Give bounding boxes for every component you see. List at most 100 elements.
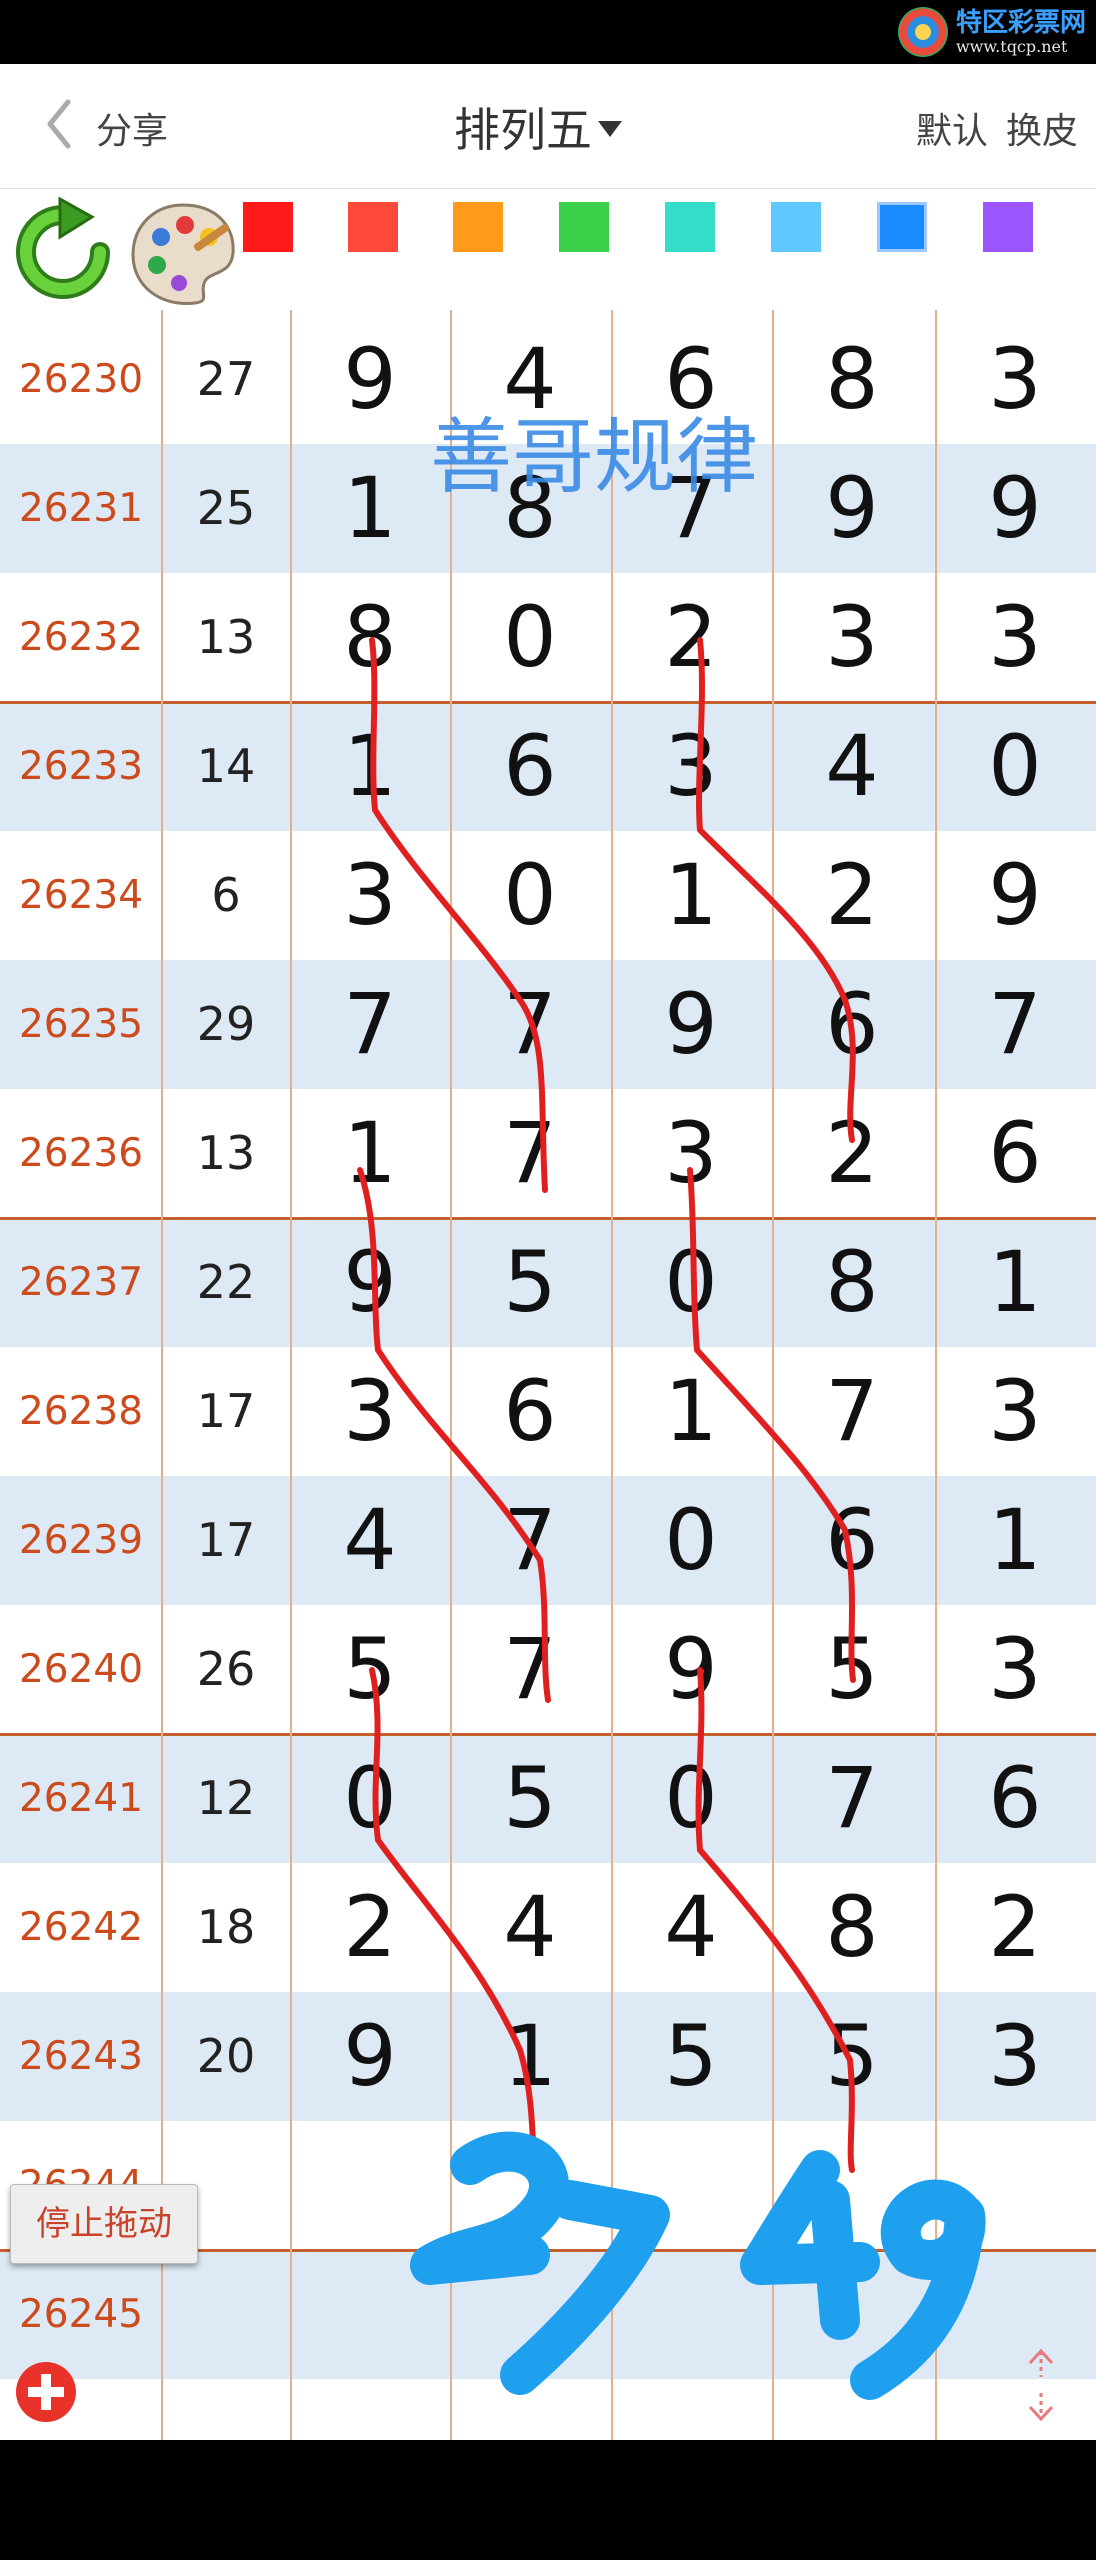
table-row[interactable]: 26233 14 1 6 3 4 0 [0,702,1096,831]
digit-cell-5[interactable]: 9 [935,831,1095,960]
digit-cell-5[interactable]: 7 [935,960,1095,1089]
table-row[interactable]: 26239 17 4 7 0 6 1 [0,1476,1096,1605]
digit-cell-5[interactable]: 9 [935,444,1095,573]
digit-cell-5[interactable]: 1 [935,1476,1095,1605]
digit-cell-2[interactable]: 5 [450,1734,610,1863]
digit-cell-1[interactable]: 8 [290,573,450,702]
color-swatch-red[interactable] [243,202,293,252]
digit-cell-4[interactable] [772,2250,932,2379]
digit-cell-3[interactable]: 0 [611,1218,771,1347]
digit-cell-1[interactable]: 9 [290,1992,450,2121]
color-swatch-blue[interactable] [877,202,927,252]
table-row[interactable]: 26235 29 7 7 9 6 7 [0,960,1096,1089]
digit-cell-2[interactable]: 7 [450,1476,610,1605]
digit-cell-5[interactable]: 3 [935,1605,1095,1734]
digit-cell-4[interactable]: 6 [772,1476,932,1605]
table-row[interactable]: 26232 13 8 0 2 3 3 [0,573,1096,704]
default-button[interactable]: 默认 [916,102,988,154]
digit-cell-1[interactable] [290,2250,450,2379]
digit-cell-1[interactable]: 9 [290,315,450,444]
table-row[interactable]: 26242 18 2 4 4 8 2 [0,1863,1096,1992]
digit-cell-3[interactable]: 1 [611,1347,771,1476]
digit-cell-4[interactable]: 8 [772,1218,932,1347]
color-swatch-teal[interactable] [665,202,715,252]
digit-cell-1[interactable]: 3 [290,1347,450,1476]
digit-cell-4[interactable] [772,2121,932,2250]
digit-cell-2[interactable]: 0 [450,831,610,960]
digit-cell-3[interactable]: 3 [611,1089,771,1218]
digit-cell-4[interactable]: 3 [772,573,932,702]
digit-cell-2[interactable]: 1 [450,1992,610,2121]
digit-cell-4[interactable]: 2 [772,1089,932,1218]
digit-cell-4[interactable]: 5 [772,1605,932,1734]
digit-cell-5[interactable]: 3 [935,573,1095,702]
back-arrow-icon[interactable] [30,94,90,154]
digit-cell-3[interactable]: 3 [611,702,771,831]
digit-cell-2[interactable] [450,2121,610,2250]
table-row[interactable]: 26243 20 9 1 5 5 3 [0,1992,1096,2121]
draw-history-table[interactable]: 26230 27 9 4 6 8 3 26231 25 1 8 7 9 9 26232 13 8 0 2 3 3 2623… [0,310,1096,2440]
table-row[interactable]: 26245 [0,2250,1096,2379]
digit-cell-3[interactable]: 5 [611,1992,771,2121]
digit-cell-5[interactable]: 6 [935,1089,1095,1218]
digit-cell-3[interactable]: 9 [611,1605,771,1734]
digit-cell-3[interactable] [611,2121,771,2250]
digit-cell-1[interactable]: 3 [290,831,450,960]
digit-cell-2[interactable]: 7 [450,1089,610,1218]
digit-cell-4[interactable]: 6 [772,960,932,1089]
table-row[interactable]: 26238 17 3 6 1 7 3 [0,1347,1096,1476]
digit-cell-3[interactable]: 4 [611,1863,771,1992]
digit-cell-5[interactable]: 6 [935,1734,1095,1863]
digit-cell-2[interactable]: 7 [450,1605,610,1734]
digit-cell-1[interactable]: 2 [290,1863,450,1992]
digit-cell-2[interactable]: 6 [450,1347,610,1476]
digit-cell-4[interactable]: 4 [772,702,932,831]
color-swatch-light-red[interactable] [348,202,398,252]
digit-cell-3[interactable]: 0 [611,1734,771,1863]
table-row[interactable]: 26236 13 1 7 3 2 6 [0,1089,1096,1220]
digit-cell-1[interactable]: 7 [290,960,450,1089]
color-swatch-purple[interactable] [983,202,1033,252]
digit-cell-4[interactable]: 7 [772,1734,932,1863]
digit-cell-4[interactable]: 9 [772,444,932,573]
digit-cell-5[interactable]: 2 [935,1863,1095,1992]
table-row[interactable]: 26234 6 3 0 1 2 9 [0,831,1096,960]
digit-cell-5[interactable]: 3 [935,315,1095,444]
table-row[interactable]: 26240 26 5 7 9 5 3 [0,1605,1096,1736]
change-skin-button[interactable]: 换皮 [1006,102,1078,154]
digit-cell-4[interactable]: 7 [772,1347,932,1476]
digit-cell-1[interactable]: 1 [290,702,450,831]
color-swatch-orange[interactable] [453,202,503,252]
digit-cell-2[interactable]: 5 [450,1218,610,1347]
digit-cell-1[interactable]: 1 [290,1089,450,1218]
digit-cell-4[interactable]: 2 [772,831,932,960]
digit-cell-2[interactable]: 7 [450,960,610,1089]
digit-cell-3[interactable]: 0 [611,1476,771,1605]
scroll-up-down-icon[interactable] [1010,2345,1072,2425]
digit-cell-1[interactable]: 5 [290,1605,450,1734]
table-row[interactable]: 26241 12 0 5 0 7 6 [0,1734,1096,1863]
digit-cell-1[interactable] [290,2121,450,2250]
table-row[interactable]: 26237 22 9 5 0 8 1 [0,1218,1096,1347]
digit-cell-1[interactable]: 1 [290,444,450,573]
refresh-icon[interactable] [8,197,118,307]
digit-cell-1[interactable]: 0 [290,1734,450,1863]
digit-cell-3[interactable]: 1 [611,831,771,960]
add-icon[interactable] [14,2360,78,2424]
color-swatch-green[interactable] [559,202,609,252]
digit-cell-1[interactable]: 4 [290,1476,450,1605]
digit-cell-4[interactable]: 8 [772,1863,932,1992]
digit-cell-3[interactable]: 2 [611,573,771,702]
digit-cell-5[interactable]: 3 [935,1992,1095,2121]
palette-icon[interactable] [125,197,240,307]
digit-cell-2[interactable]: 6 [450,702,610,831]
digit-cell-3[interactable] [611,2250,771,2379]
stop-drag-button[interactable]: 停止拖动 [10,2184,198,2264]
digit-cell-3[interactable]: 9 [611,960,771,1089]
digit-cell-2[interactable]: 0 [450,573,610,702]
digit-cell-2[interactable] [450,2250,610,2379]
digit-cell-5[interactable] [935,2121,1095,2250]
digit-cell-5[interactable]: 0 [935,702,1095,831]
digit-cell-5[interactable]: 3 [935,1347,1095,1476]
digit-cell-4[interactable]: 8 [772,315,932,444]
